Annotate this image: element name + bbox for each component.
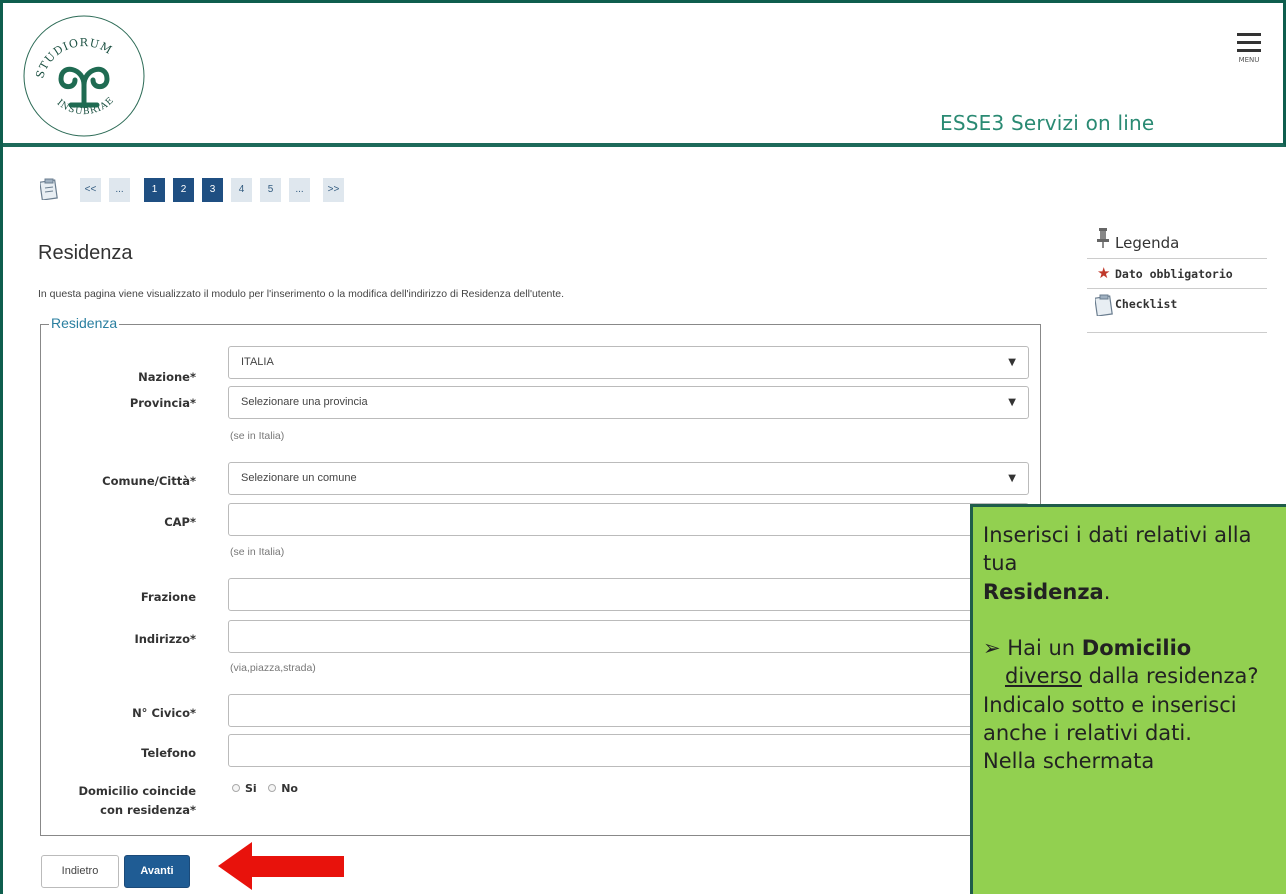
legenda-header: Legenda — [1087, 225, 1267, 259]
page-title: Residenza — [38, 242, 133, 264]
indirizzo-input[interactable] — [228, 620, 1029, 653]
comune-select[interactable]: Selezionare un comune ▼ — [228, 462, 1029, 495]
pager-step-2[interactable]: 2 — [173, 178, 194, 202]
legenda-item-required: ★ Dato obbligatorio — [1087, 259, 1267, 289]
red-arrow-icon — [218, 842, 344, 890]
fieldset-legend: Residenza — [49, 315, 120, 331]
cap-hint: (se in Italia) — [230, 546, 285, 558]
instruction-callout: Inserisci i dati relativi alla tua Reside… — [970, 504, 1286, 894]
pager-last[interactable]: >> — [323, 178, 344, 202]
telefono-input[interactable] — [228, 734, 1029, 767]
pager-step-4[interactable]: 4 — [231, 178, 252, 202]
dropdown-arrow-icon: ▼ — [1008, 357, 1016, 368]
pager-ellipsis-left[interactable]: ... — [109, 178, 130, 202]
civico-input[interactable] — [228, 694, 1029, 727]
next-button[interactable]: Avanti — [124, 855, 190, 888]
domicilio-label-line2: con residenza* — [100, 803, 196, 817]
dropdown-arrow-icon: ▼ — [1008, 473, 1016, 484]
domicilio-radio-group: Si No — [232, 782, 298, 795]
legenda-item-label: Dato obbligatorio — [1115, 267, 1233, 281]
radio-no-label: No — [281, 782, 298, 795]
indirizzo-hint: (via,piazza,strada) — [230, 662, 316, 674]
radio-yes[interactable]: Si — [232, 782, 257, 795]
telefono-label: Telefono — [141, 746, 196, 760]
note-bold-residenza: Residenza — [983, 579, 1104, 604]
pager-step-3-current[interactable]: 3 — [202, 178, 223, 202]
hamburger-icon — [1237, 33, 1261, 36]
cap-input[interactable] — [228, 503, 1029, 536]
note-paragraph-4: Nella schermata — [983, 749, 1155, 774]
note-paragraph-1: Inserisci i dati relativi alla tua Reside… — [983, 521, 1286, 606]
service-title: ESSE3 Servizi on line — [940, 111, 1155, 135]
checklist-icon[interactable] — [40, 178, 58, 200]
civico-label: N° Civico* — [132, 706, 196, 720]
menu-label: MENU — [1238, 56, 1260, 64]
note-period: . — [1103, 579, 1111, 604]
bullet-arrow-icon: ➢ — [983, 636, 1001, 661]
legenda-item-label: Checklist — [1115, 297, 1178, 311]
pin-icon — [1097, 228, 1109, 248]
nazione-label: Nazione* — [138, 370, 196, 384]
indirizzo-label: Indirizzo* — [134, 632, 196, 646]
provincia-value: Selezionare una provincia — [241, 396, 368, 408]
hamburger-icon-bar — [1237, 41, 1261, 44]
provincia-select[interactable]: Selezionare una provincia ▼ — [228, 386, 1029, 419]
nazione-select[interactable]: ITALIA ▼ — [228, 346, 1029, 379]
comune-label: Comune/Città* — [102, 474, 196, 488]
note-bullet: ➢ Hai un Domicilio diverso dalla residenz… — [983, 634, 1286, 691]
svg-text:STUDIORUM: STUDIORUM — [33, 36, 114, 80]
legenda-item-checklist: Checklist — [1087, 289, 1267, 333]
note-text: dalla residenza? — [1088, 664, 1259, 689]
pager-step-5[interactable]: 5 — [260, 178, 281, 202]
university-logo: STUDIORUM INSUBRIAE — [23, 15, 145, 137]
radio-yes-label: Si — [245, 782, 257, 795]
back-button[interactable]: Indietro — [41, 855, 119, 888]
legenda-title: Legenda — [1115, 234, 1180, 252]
nazione-value: ITALIA — [241, 356, 274, 368]
note-paragraph-3: Indicalo sotto e inserisci anche i relat… — [983, 692, 1237, 746]
star-icon: ★ — [1097, 264, 1111, 282]
hamburger-icon-bar — [1237, 49, 1261, 52]
pager-step-1[interactable]: 1 — [144, 178, 165, 202]
radio-circle-icon — [232, 784, 240, 792]
frazione-label: Frazione — [140, 590, 196, 604]
pager-ellipsis-right[interactable]: ... — [289, 178, 310, 202]
radio-circle-icon — [268, 784, 277, 792]
note-text: Hai un — [1007, 636, 1076, 661]
frazione-input[interactable] — [228, 578, 1029, 611]
page-description: In questa pagina viene visualizzato il m… — [38, 288, 565, 300]
dropdown-arrow-icon: ▼ — [1008, 397, 1016, 408]
provincia-label: Provincia* — [129, 396, 196, 410]
pager-first[interactable]: << — [80, 178, 101, 202]
comune-value: Selezionare un comune — [241, 472, 357, 484]
radio-no[interactable]: No — [268, 782, 298, 795]
note-bold-domicilio: Domicilio — [1081, 636, 1192, 661]
header: STUDIORUM INSUBRIAE MENU ESSE3 Servizi o… — [3, 3, 1286, 147]
note-underline-diverso: diverso — [1005, 664, 1082, 689]
menu-button[interactable]: MENU — [1229, 33, 1269, 79]
checklist-icon — [1095, 294, 1113, 316]
legenda-panel: Legenda ★ Dato obbligatorio Checklist — [1087, 225, 1267, 333]
note-text: Inserisci i dati relativi alla tua — [983, 523, 1252, 576]
provincia-hint: (se in Italia) — [230, 430, 285, 442]
cap-label: CAP* — [164, 515, 196, 529]
domicilio-label-line1: Domicilio coincide — [78, 784, 196, 798]
